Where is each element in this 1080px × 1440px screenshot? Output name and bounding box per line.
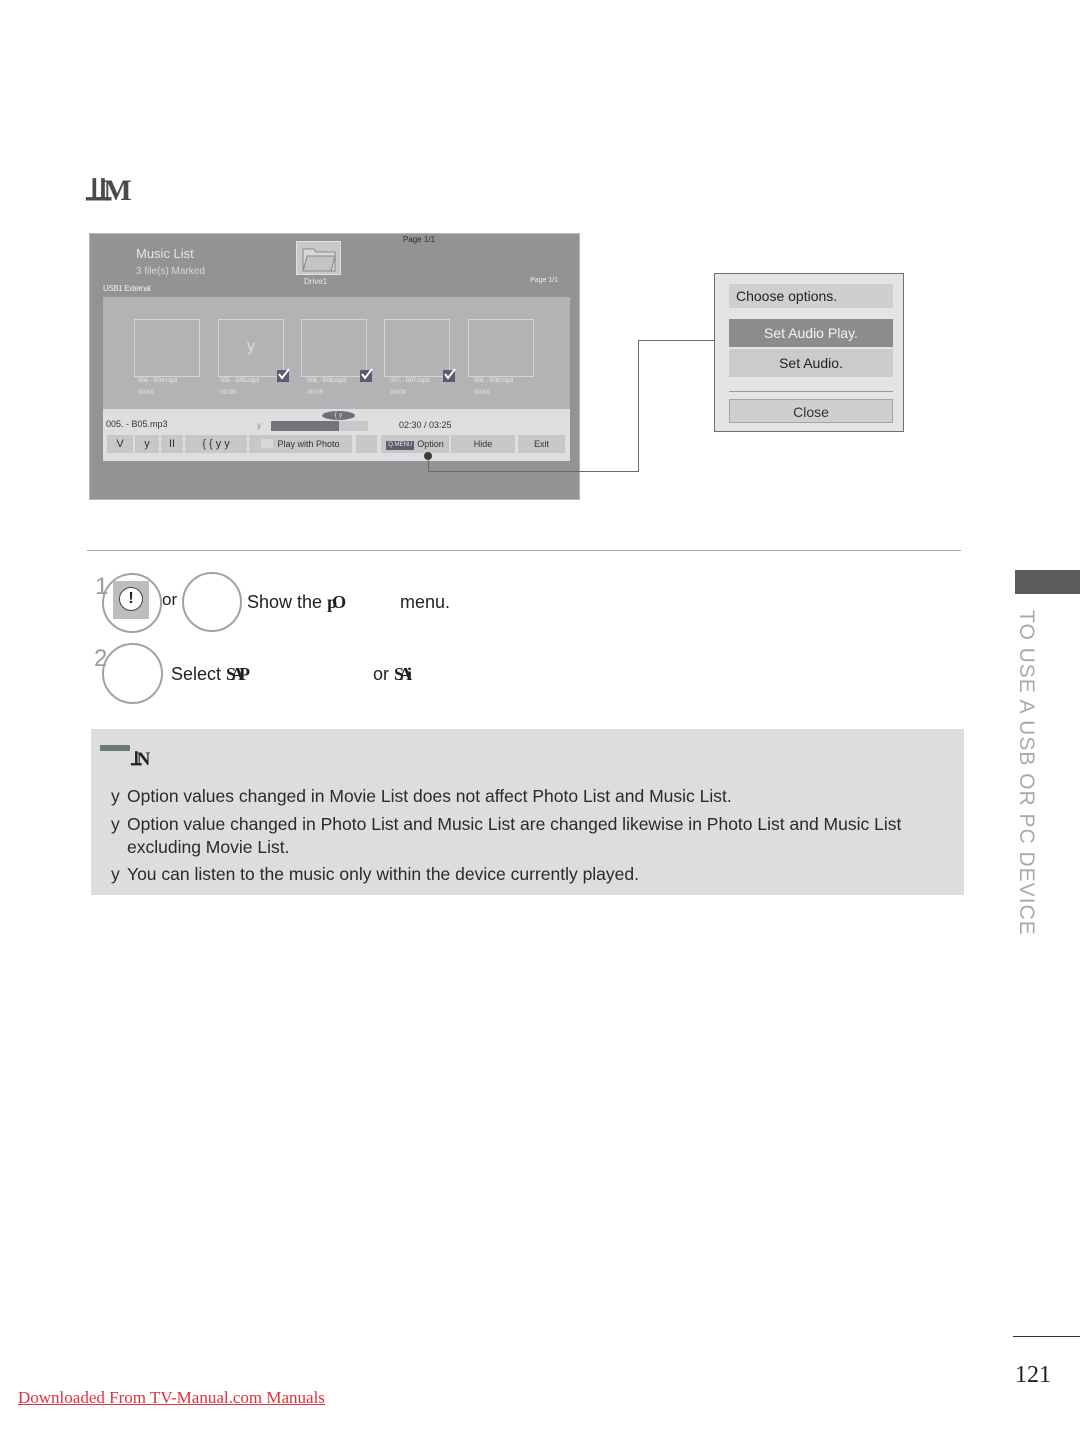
step-text-part: or bbox=[373, 664, 395, 684]
step-text-part: Show the bbox=[247, 592, 328, 612]
track-thumbnail[interactable] bbox=[468, 319, 534, 377]
note-item: y Option value changed in Photo List and … bbox=[111, 814, 901, 835]
track-time: 00:00 bbox=[307, 389, 324, 396]
stop-button[interactable]: V bbox=[107, 435, 133, 453]
thumb-glyph: y bbox=[247, 338, 255, 355]
popup-divider bbox=[729, 391, 893, 392]
play-button[interactable]: y bbox=[135, 435, 159, 453]
track-name: 004. - B04.mp3 bbox=[138, 377, 177, 384]
step-or: or bbox=[162, 590, 178, 609]
checkbox-checked-icon[interactable] bbox=[443, 368, 456, 382]
option-popup: Choose options. Set Audio Play. Set Audi… bbox=[714, 273, 904, 432]
tv-screen-illustration: Music List 3 file(s) Marked USB1 Externa… bbox=[89, 233, 580, 500]
step-1-menu-text: menu. bbox=[400, 592, 451, 612]
qmenu-badge: Q.MENU bbox=[386, 441, 415, 450]
qmenu-icon: ! bbox=[119, 587, 143, 611]
section-divider bbox=[87, 550, 961, 551]
chapter-tab bbox=[1015, 570, 1080, 594]
progress-glyph: y bbox=[257, 421, 261, 430]
callout-line bbox=[428, 471, 639, 472]
step-text-part: Select bbox=[171, 664, 227, 684]
track-name: 006. - B06.mp3 bbox=[307, 377, 346, 384]
music-list-title: Music List bbox=[136, 246, 194, 261]
note-box: ꞱN y Option values changed in Movie List … bbox=[91, 729, 964, 895]
progress-bar[interactable] bbox=[271, 421, 368, 431]
track-time: 00:00 bbox=[138, 389, 155, 396]
footer-download-link[interactable]: Downloaded From TV-Manual.com Manuals bbox=[18, 1388, 325, 1408]
track-thumbnail[interactable]: y bbox=[218, 319, 290, 382]
pause-button[interactable]: II bbox=[161, 435, 183, 453]
track-thumbnail[interactable] bbox=[134, 319, 200, 377]
bullet: y bbox=[111, 786, 120, 806]
track-name: 005. - B05.mp3 bbox=[220, 377, 259, 384]
close-button[interactable]: Close bbox=[729, 399, 893, 423]
qmenu-remote-button: ! bbox=[113, 581, 149, 619]
step-garbled-text: pO bbox=[327, 592, 346, 612]
checkbox-icon bbox=[261, 439, 274, 448]
page-indicator-top: Page 1/1 bbox=[403, 235, 436, 244]
bullet: y bbox=[111, 864, 120, 884]
hide-button[interactable]: Hide bbox=[451, 435, 515, 453]
note-icon bbox=[100, 745, 130, 751]
drive-folder-button[interactable] bbox=[296, 241, 341, 275]
note-text: You can listen to the music only within … bbox=[127, 864, 639, 884]
note-text: Option value changed in Photo List and M… bbox=[127, 814, 902, 834]
step-garbled-text: SAi bbox=[394, 664, 412, 684]
now-playing-track: 005. - B05.mp3 bbox=[106, 419, 168, 429]
section-heading: ꞱꞱM bbox=[86, 174, 132, 207]
checkbox-checked-icon[interactable] bbox=[277, 368, 290, 382]
track-name: 008. - B08.mp3 bbox=[474, 377, 513, 384]
exit-button[interactable]: Exit bbox=[518, 435, 565, 453]
skip-buttons[interactable]: { { y y bbox=[185, 435, 247, 453]
marked-count: 3 file(s) Marked bbox=[136, 266, 205, 277]
bullet: y bbox=[111, 814, 120, 834]
blank-button[interactable] bbox=[356, 435, 377, 453]
page-number: 121 bbox=[1015, 1362, 1051, 1388]
drive-label: Drive1 bbox=[304, 277, 328, 286]
note-item: y Option values changed in Movie List doe… bbox=[111, 786, 732, 807]
checkbox-checked-icon[interactable] bbox=[360, 368, 373, 382]
note-item: y You can listen to the music only within… bbox=[111, 864, 639, 885]
set-audio-play-option[interactable]: Set Audio Play. bbox=[729, 319, 893, 347]
track-name: 007. - B07.mp3 bbox=[390, 377, 429, 384]
note-text: excluding Movie List. bbox=[127, 837, 290, 857]
note-heading: ꞱN bbox=[131, 749, 150, 770]
playback-time: 02:30 / 03:25 bbox=[399, 420, 452, 430]
note-text: Option values changed in Movie List does… bbox=[127, 786, 732, 806]
step-2-text: Select SAP bbox=[171, 664, 250, 685]
track-time: 00:00 bbox=[220, 389, 237, 396]
callout-line bbox=[638, 340, 715, 341]
step-1-text: Show the pO bbox=[247, 592, 346, 613]
folder-icon bbox=[302, 248, 336, 272]
track-time: 00:00 bbox=[390, 389, 407, 396]
track-thumbnail[interactable] bbox=[384, 319, 456, 382]
note-item-continuation: excluding Movie List. bbox=[111, 837, 289, 858]
play-with-photo-label: Play with Photo bbox=[277, 439, 340, 449]
page-indicator: Page 1/1 bbox=[530, 277, 559, 284]
chapter-title: TO USE A USB OR PC DEVICE bbox=[1015, 610, 1038, 936]
remote-button-outline bbox=[182, 572, 242, 632]
repeat-mode-badge: { y bbox=[322, 411, 355, 420]
progress-fill bbox=[271, 421, 339, 431]
step-2-alt-text: or SAi bbox=[373, 664, 412, 685]
step-garbled-text: SAP bbox=[226, 664, 250, 684]
track-thumbnail[interactable] bbox=[301, 319, 373, 382]
player-bar: 005. - B05.mp3 y { y 02:30 / 03:25 V y I… bbox=[103, 409, 570, 461]
track-time: 00:00 bbox=[474, 389, 491, 396]
remote-button-outline bbox=[102, 643, 163, 704]
callout-line bbox=[638, 340, 639, 472]
option-button[interactable]: Q.MENU Option bbox=[381, 435, 449, 453]
set-audio-option[interactable]: Set Audio. bbox=[729, 349, 893, 377]
track-grid: 004. - B04.mp3 00:00 y 005. - B05.mp3 00… bbox=[103, 297, 570, 409]
option-label: Option bbox=[417, 439, 444, 449]
page-number-rule bbox=[1013, 1336, 1080, 1337]
play-with-photo-button[interactable]: Play with Photo bbox=[249, 435, 352, 453]
usb-source-label: USB1 External bbox=[103, 284, 151, 293]
popup-title: Choose options. bbox=[729, 284, 893, 308]
